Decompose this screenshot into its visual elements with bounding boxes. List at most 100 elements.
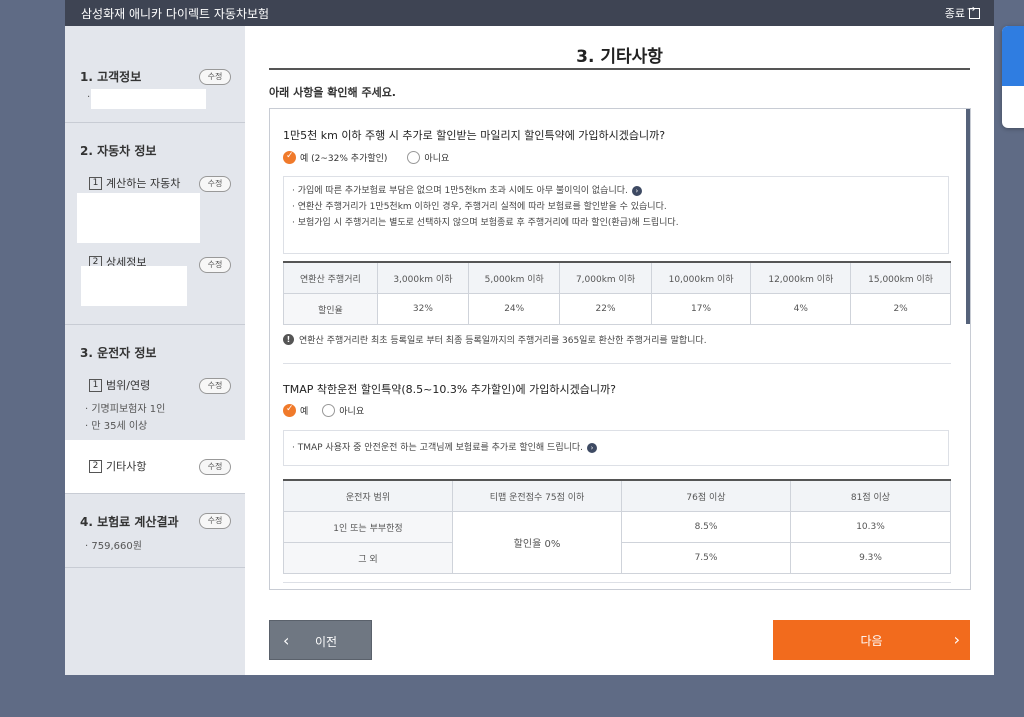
table-header: 81점 이상	[790, 479, 951, 512]
radio-label: 예 (2~32% 추가할인)	[300, 154, 388, 164]
next-label: 다음	[860, 634, 883, 648]
info-text: · TMAP 사용자 중 안전운전 하는 고객님께 보험료를 추가로 할인해 드…	[292, 443, 584, 453]
radio-checked-icon	[283, 404, 296, 417]
table-header: 76점 이상	[621, 479, 791, 512]
edit-car-button[interactable]: 수정	[199, 176, 231, 192]
driver-detail: · 기명피보험자 1인	[85, 404, 166, 415]
mileage-info-box: · 가입에 따른 추가보험료 부담은 없으며 1만5천km 초과 시에도 아무 …	[283, 176, 949, 254]
info-line: · 보험가입 시 주행거리는 별도로 선택하지 않으며 보험종료 후 주행거리에…	[292, 218, 679, 228]
scrollbar[interactable]	[966, 109, 970, 324]
radio-checked-icon	[283, 151, 296, 164]
premium-amount: · 759,660원	[85, 541, 142, 552]
table-header: 운전자 범위	[283, 479, 453, 512]
table-row: 할인율 32% 24% 22% 17% 4% 2%	[283, 293, 951, 325]
table-cell: 9.3%	[790, 542, 951, 574]
table-cell: 7.5%	[621, 542, 791, 574]
sidebar-section-result: 4. 보험료 계산결과 수정 · 759,660원	[65, 493, 245, 568]
sidebar-item-label: 기타사항	[106, 460, 147, 473]
table-cell: 그 외	[283, 542, 453, 574]
table-header: 3,000km 이하	[376, 261, 470, 294]
mileage-notice: ! 연환산 주행거리란 최초 등록일로 부터 최종 등록일까지의 주행거리를 3…	[283, 333, 707, 346]
sidebar: 1. 고객정보 수정 · 2. 자동차 정보 1 계산하는 자동차 수정 2 상…	[65, 26, 246, 675]
sidebar-section-title: 3. 운전자 정보	[80, 346, 157, 360]
table-header: 12,000km 이하	[750, 261, 852, 294]
title-divider	[269, 68, 970, 70]
sidebar-section-customer: 1. 고객정보 수정 ·	[65, 26, 245, 123]
table-header: 10,000km 이하	[650, 261, 752, 294]
sidebar-section-car: 2. 자동차 정보 1 계산하는 자동차 수정 2 상세정보 수정	[65, 123, 245, 325]
mileage-question: 1만5천 km 이하 주행 시 추가로 할인받는 마일리지 할인특약에 가입하시…	[283, 129, 666, 142]
info-line: · TMAP 사용자 중 안전운전 하는 고객님께 보험료를 추가로 할인해 드…	[292, 440, 940, 456]
radio-unchecked-icon	[407, 151, 421, 164]
radio-unchecked-icon	[322, 404, 336, 417]
sidebar-item-label: 범위/연령	[106, 379, 151, 392]
table-cell: 24%	[468, 293, 561, 325]
chevron-right-icon[interactable]: ›	[587, 443, 598, 453]
table-header: 7,000km 이하	[559, 261, 652, 294]
table-cell: 8.5%	[621, 511, 791, 543]
main-panel: 3. 기타사항 아래 사항을 확인해 주세요. 1만5천 km 이하 주행 시 …	[245, 26, 994, 675]
sidebar-section-title: 4. 보험료 계산결과	[80, 515, 179, 529]
tmap-yes-radio[interactable]: 예	[283, 404, 308, 417]
sidebar-section-title: 1. 고객정보	[80, 70, 142, 84]
exit-icon	[967, 4, 980, 19]
sidebar-item-other[interactable]: 2 기타사항	[89, 458, 146, 474]
background-panel	[1002, 26, 1024, 128]
chevron-right-icon: ›	[953, 630, 960, 649]
mileage-discount-table: 연환산 주행거리 3,000km 이하 5,000km 이하 7,000km 이…	[283, 261, 951, 325]
tmap-question: TMAP 착한운전 할인특약(8.5~10.3% 추가할인)에 가입하시겠습니까…	[283, 383, 616, 396]
table-cell: 2%	[850, 293, 951, 325]
sidebar-section-title: 2. 자동차 정보	[80, 144, 157, 158]
prev-button[interactable]: ‹ 이전	[269, 620, 372, 660]
section-divider	[283, 363, 951, 364]
mileage-radio-group: 예 (2~32% 추가할인) 아니요	[283, 151, 449, 164]
radio-label: 예	[300, 407, 309, 417]
info-line: · 연환산 주행거리가 1만5천km 이하인 경우, 주행거리 실적에 따라 보…	[292, 202, 667, 212]
step-number: 1	[89, 176, 102, 190]
step-number: 2	[89, 459, 102, 473]
table-header-row: 운전자 범위 티맵 운전점수 75점 이하 76점 이상 81점 이상	[283, 479, 951, 512]
table-cell: 할인율	[283, 293, 378, 325]
mileage-no-radio[interactable]: 아니요	[407, 151, 449, 164]
redacted-info	[77, 193, 200, 243]
mileage-yes-radio[interactable]: 예 (2~32% 추가할인)	[283, 151, 387, 164]
info-icon: !	[283, 334, 294, 345]
table-cell: 4%	[750, 293, 852, 325]
edit-other-button[interactable]: 수정	[199, 459, 231, 475]
app-title: 삼성화재 애니카 다이렉트 자동차보험	[81, 7, 270, 21]
tmap-info-box: · TMAP 사용자 중 안전운전 하는 고객님께 보험료를 추가로 할인해 드…	[283, 430, 949, 466]
table-cell: 17%	[650, 293, 752, 325]
table-header: 티맵 운전점수 75점 이하	[452, 479, 622, 512]
edit-result-button[interactable]: 수정	[199, 513, 231, 529]
table-header-row: 연환산 주행거리 3,000km 이하 5,000km 이하 7,000km 이…	[283, 261, 951, 294]
tmap-radio-group: 예 아니요	[283, 404, 364, 417]
table-cell: 할인율 0%	[452, 511, 622, 574]
background-panel-header	[1002, 26, 1024, 86]
next-button[interactable]: 다음 ›	[773, 620, 970, 660]
redacted-info	[81, 266, 187, 306]
chevron-left-icon: ‹	[283, 631, 290, 650]
edit-range-age-button[interactable]: 수정	[199, 378, 231, 394]
table-header: 연환산 주행거리	[283, 261, 378, 294]
tmap-no-radio[interactable]: 아니요	[322, 404, 364, 417]
chevron-right-icon[interactable]: ›	[631, 186, 642, 196]
options-scroll-area[interactable]: 1만5천 km 이하 주행 시 추가로 할인받는 마일리지 할인특약에 가입하시…	[269, 108, 971, 590]
exit-label: 종료	[944, 7, 965, 20]
bullet-dot: ·	[87, 92, 91, 103]
confirm-message: 아래 사항을 확인해 주세요.	[269, 86, 396, 99]
radio-label: 아니요	[424, 154, 450, 164]
page-title: 3. 기타사항	[576, 47, 663, 67]
table-cell: 22%	[559, 293, 652, 325]
info-line: · 가입에 따른 추가보험료 부담은 없으며 1만5천km 초과 시에도 아무 …	[292, 183, 940, 199]
sidebar-section-driver: 3. 운전자 정보 1 범위/연령 수정 · 기명피보험자 1인 · 만 35세…	[65, 325, 245, 493]
edit-detail-button[interactable]: 수정	[199, 257, 231, 273]
exit-button[interactable]: 종료	[944, 4, 980, 21]
sidebar-item-label: 계산하는 자동차	[106, 177, 181, 190]
step-number: 1	[89, 378, 102, 392]
table-row: 1인 또는 부부한정 할인율 0% 8.5% 10.3%	[283, 511, 951, 574]
sidebar-item-car[interactable]: 1 계산하는 자동차	[89, 175, 180, 191]
edit-customer-button[interactable]: 수정	[199, 69, 231, 85]
prev-label: 이전	[315, 635, 338, 649]
table-cell: 1인 또는 부부한정	[283, 511, 453, 543]
sidebar-item-range-age[interactable]: 1 범위/연령	[89, 377, 150, 393]
